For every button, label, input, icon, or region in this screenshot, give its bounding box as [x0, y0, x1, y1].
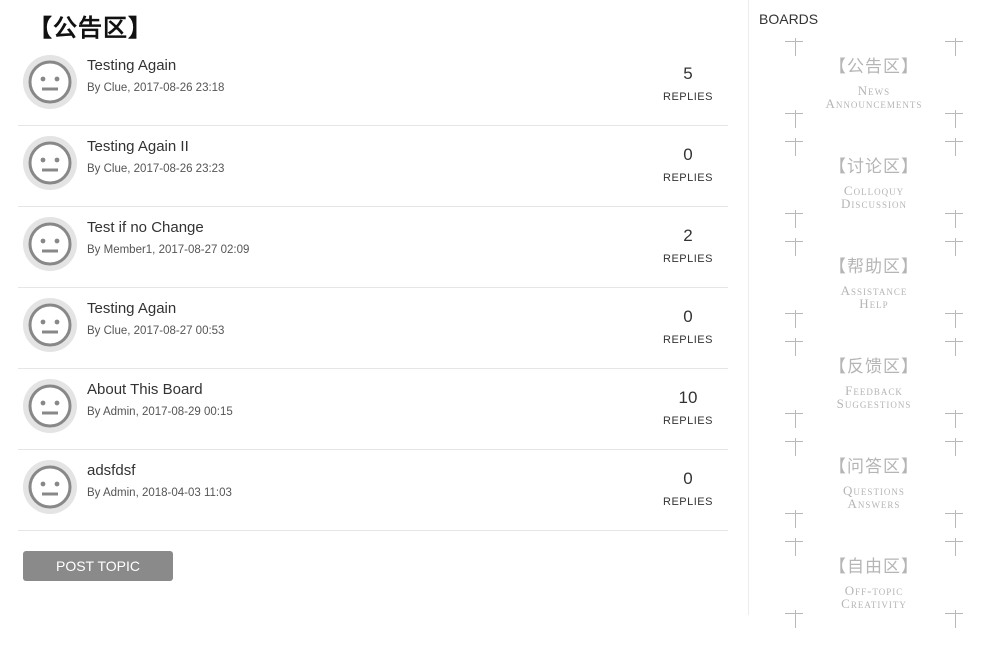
board-name-cn: 【公告区】	[829, 57, 919, 77]
board-title: 【公告区】	[28, 14, 153, 42]
board-link-questions[interactable]: 【问答区】 Questions Answers	[785, 438, 963, 528]
forum-page: 【公告区】 Testing Again By Clue, 2017-08-26 …	[0, 0, 996, 649]
board-name-en-line2: Announcements	[825, 96, 923, 111]
board-name-en: Colloquy Discussion	[785, 184, 963, 210]
topic-meta: By Clue, 2017-08-26 23:18	[87, 82, 225, 94]
corner-cross-icon	[945, 310, 963, 328]
topic-meta: By Admin, 2018-04-03 11:03	[87, 487, 232, 499]
reply-count-label: REPLIES	[663, 334, 713, 346]
corner-cross-icon	[785, 610, 803, 628]
topic-title-link[interactable]: About This Board	[87, 381, 203, 398]
reply-count-label: REPLIES	[663, 253, 713, 265]
corner-cross-icon	[945, 210, 963, 228]
board-name-cn: 【反馈区】	[829, 357, 919, 377]
topic-title-link[interactable]: Testing Again II	[87, 138, 189, 155]
topic-title-link[interactable]: Testing Again	[87, 300, 176, 317]
board-name-cn: 【自由区】	[829, 557, 919, 577]
default-avatar-face-icon	[23, 55, 77, 109]
board-link-discussion[interactable]: 【讨论区】 Colloquy Discussion	[785, 138, 963, 228]
reply-count: 0	[683, 307, 693, 326]
default-avatar-face-icon	[23, 136, 77, 190]
board-name-en-line2: Discussion	[841, 196, 907, 211]
topic-title-link[interactable]: Testing Again	[87, 57, 176, 74]
corner-cross-icon	[785, 510, 803, 528]
corner-cross-icon	[945, 610, 963, 628]
reply-count: 5	[683, 64, 693, 83]
topic-row[interactable]: Testing Again II By Clue, 2017-08-26 23:…	[18, 126, 728, 207]
reply-count: 10	[678, 388, 698, 407]
reply-count-label: REPLIES	[663, 172, 713, 184]
topic-list: Testing Again By Clue, 2017-08-26 23:18 …	[18, 45, 728, 531]
reply-count-label: REPLIES	[663, 91, 713, 103]
topic-row[interactable]: adsfdsf By Admin, 2018-04-03 11:03 0 REP…	[18, 450, 728, 531]
topic-meta: By Member1, 2017-08-27 02:09	[87, 244, 250, 256]
topic-row[interactable]: About This Board By Admin, 2017-08-29 00…	[18, 369, 728, 450]
topic-meta: By Clue, 2017-08-27 00:53	[87, 325, 225, 337]
board-name-en: Assistance Help	[785, 284, 963, 310]
board-name-en-line2: Help	[859, 296, 889, 311]
topic-title-link[interactable]: Test if no Change	[87, 219, 204, 236]
board-name-en: Questions Answers	[785, 484, 963, 510]
corner-cross-icon	[785, 310, 803, 328]
board-name-en-line2: Suggestions	[836, 396, 912, 411]
topic-title-link[interactable]: adsfdsf	[87, 462, 135, 479]
board-name-cn: 【讨论区】	[829, 157, 919, 177]
board-name-en: Feedback Suggestions	[785, 384, 963, 410]
reply-count: 2	[683, 226, 693, 245]
corner-cross-icon	[785, 410, 803, 428]
corner-cross-icon	[785, 110, 803, 128]
board-name-en-line2: Creativity	[841, 596, 907, 611]
post-topic-button[interactable]: POST TOPIC	[23, 551, 173, 581]
default-avatar-face-icon	[23, 298, 77, 352]
reply-count: 0	[683, 145, 693, 164]
corner-cross-icon	[945, 510, 963, 528]
topic-row[interactable]: Testing Again By Clue, 2017-08-26 23:18 …	[18, 45, 728, 126]
sidebar-heading: BOARDS	[759, 11, 819, 27]
board-name-cn: 【帮助区】	[829, 257, 919, 277]
board-link-help[interactable]: 【帮助区】 Assistance Help	[785, 238, 963, 328]
topic-meta: By Clue, 2017-08-26 23:23	[87, 163, 225, 175]
corner-cross-icon	[945, 110, 963, 128]
board-link-feedback[interactable]: 【反馈区】 Feedback Suggestions	[785, 338, 963, 428]
default-avatar-face-icon	[23, 217, 77, 271]
topic-meta: By Admin, 2017-08-29 00:15	[87, 406, 233, 418]
board-name-en-line2: Answers	[847, 496, 901, 511]
topic-row[interactable]: Testing Again By Clue, 2017-08-27 00:53 …	[18, 288, 728, 369]
board-name-cn: 【问答区】	[829, 457, 919, 477]
topic-row[interactable]: Test if no Change By Member1, 2017-08-27…	[18, 207, 728, 288]
board-link-news[interactable]: 【公告区】 News Announcements	[785, 38, 963, 128]
sidebar-divider	[748, 0, 749, 615]
corner-cross-icon	[785, 210, 803, 228]
reply-count: 0	[683, 469, 693, 488]
reply-count-label: REPLIES	[663, 415, 713, 427]
board-link-off-topic[interactable]: 【自由区】 Off-topic Creativity	[785, 538, 963, 628]
board-name-en: News Announcements	[785, 84, 963, 110]
corner-cross-icon	[945, 410, 963, 428]
board-name-en: Off-topic Creativity	[785, 584, 963, 610]
default-avatar-face-icon	[23, 379, 77, 433]
reply-count-label: REPLIES	[663, 496, 713, 508]
default-avatar-face-icon	[23, 460, 77, 514]
